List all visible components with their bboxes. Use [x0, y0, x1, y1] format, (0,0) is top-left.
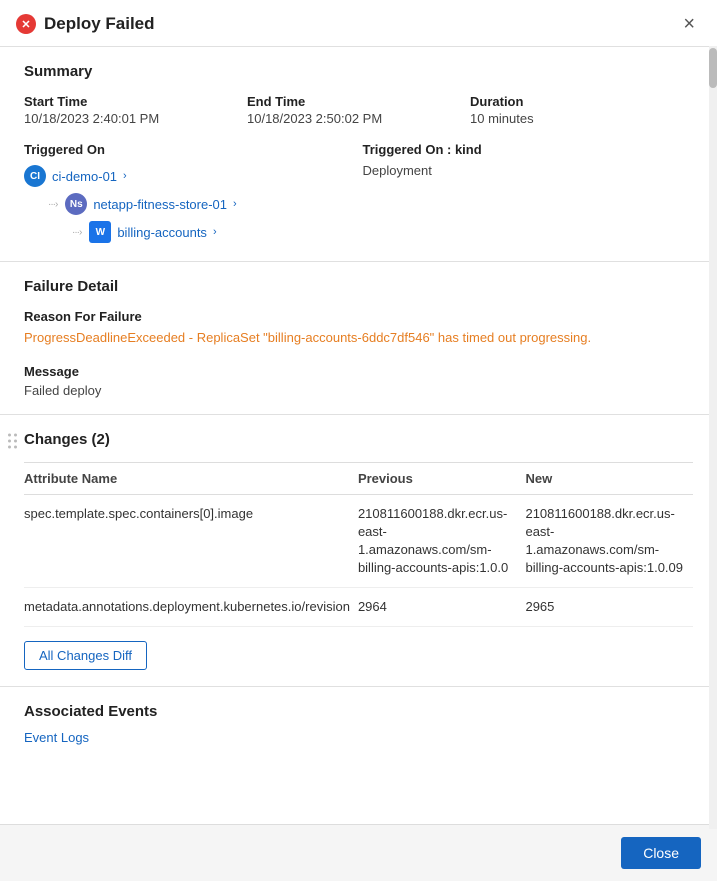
pipeline-item-2: ···› Ns netapp-fitness-store-01 › [24, 191, 355, 217]
modal-body: Summary Start Time 10/18/2023 2:40:01 PM… [0, 47, 717, 824]
dotted-line-2: ···› [48, 199, 57, 210]
associated-section: Associated Events Event Logs [0, 687, 717, 761]
chevron-icon-2: › [233, 198, 237, 210]
modal-footer: Close [0, 824, 717, 881]
badge-ns: Ns [65, 193, 87, 215]
failure-title: Failure Detail [24, 278, 693, 295]
pipeline-label-1[interactable]: ci-demo-01 [52, 169, 117, 184]
close-footer-button[interactable]: Close [621, 837, 701, 869]
associated-title: Associated Events [24, 703, 693, 720]
drag-handle[interactable] [8, 433, 17, 448]
cell-previous-0: 210811600188.dkr.ecr.us-east-1.amazonaws… [358, 494, 526, 588]
error-icon [16, 14, 36, 34]
cell-new-0: 210811600188.dkr.ecr.us-east-1.amazonaws… [525, 494, 693, 588]
end-time-value: 10/18/2023 2:50:02 PM [247, 111, 382, 126]
changes-table: Attribute Name Previous New spec.templat… [24, 462, 693, 628]
badge-ci: CI [24, 165, 46, 187]
triggered-on-label: Triggered On [24, 142, 355, 157]
failure-reason: ProgressDeadlineExceeded - ReplicaSet "b… [24, 328, 693, 348]
summary-grid: Start Time 10/18/2023 2:40:01 PM End Tim… [24, 94, 693, 126]
pipeline-tree: CI ci-demo-01 › ···› Ns netapp-fitness-s… [24, 163, 355, 245]
cell-attribute-0: spec.template.spec.containers[0].image [24, 494, 358, 588]
start-time-value: 10/18/2023 2:40:01 PM [24, 111, 159, 126]
duration-value: 10 minutes [470, 111, 534, 126]
table-row: metadata.annotations.deployment.kubernet… [24, 588, 693, 627]
triggered-kind-label: Triggered On : kind [363, 142, 694, 157]
duration-item: Duration 10 minutes [470, 94, 693, 126]
pipeline-item-1: CI ci-demo-01 › [24, 163, 355, 189]
all-changes-diff-button[interactable]: All Changes Diff [24, 641, 147, 670]
triggered-row: Triggered On CI ci-demo-01 › ···› Ns net [24, 142, 693, 245]
changes-section: Changes (2) Attribute Name Previous New … [0, 415, 717, 688]
message-value: Failed deploy [24, 383, 693, 398]
triggered-kind-col: Triggered On : kind Deployment [363, 142, 694, 245]
scrollbar-thumb [709, 48, 717, 88]
start-time-label: Start Time [24, 94, 247, 109]
table-row: spec.template.spec.containers[0].image 2… [24, 494, 693, 588]
changes-title: Changes (2) [24, 431, 693, 448]
modal-container: Deploy Failed × Summary Start Time 10/18… [0, 0, 717, 881]
event-logs-link[interactable]: Event Logs [24, 730, 89, 745]
triggered-kind-value: Deployment [363, 163, 432, 178]
modal-title: Deploy Failed [44, 14, 155, 34]
dotted-line-3: ···› [72, 227, 81, 238]
duration-label: Duration [470, 94, 693, 109]
col-header-new: New [525, 462, 693, 494]
end-time-item: End Time 10/18/2023 2:50:02 PM [247, 94, 470, 126]
cell-previous-1: 2964 [358, 588, 526, 627]
header-close-button[interactable]: × [677, 12, 701, 36]
modal-header: Deploy Failed × [0, 0, 717, 47]
title-area: Deploy Failed [16, 14, 155, 34]
col-header-previous: Previous [358, 462, 526, 494]
scrollbar[interactable] [709, 46, 717, 829]
pipeline-label-2[interactable]: netapp-fitness-store-01 [93, 197, 227, 212]
pipeline-item-3: ···› W billing-accounts › [24, 219, 355, 245]
start-time-item: Start Time 10/18/2023 2:40:01 PM [24, 94, 247, 126]
chevron-icon-1: › [123, 170, 127, 182]
message-label: Message [24, 364, 693, 379]
badge-w: W [89, 221, 111, 243]
summary-title: Summary [24, 63, 693, 80]
cell-attribute-1: metadata.annotations.deployment.kubernet… [24, 588, 358, 627]
failure-section: Failure Detail Reason For Failure Progre… [0, 262, 717, 415]
col-header-attribute: Attribute Name [24, 462, 358, 494]
end-time-label: End Time [247, 94, 470, 109]
triggered-on-col: Triggered On CI ci-demo-01 › ···› Ns net [24, 142, 355, 245]
chevron-icon-3: › [213, 226, 217, 238]
pipeline-label-3[interactable]: billing-accounts [117, 225, 207, 240]
summary-section: Summary Start Time 10/18/2023 2:40:01 PM… [0, 47, 717, 262]
cell-new-1: 2965 [525, 588, 693, 627]
reason-label: Reason For Failure [24, 309, 693, 324]
